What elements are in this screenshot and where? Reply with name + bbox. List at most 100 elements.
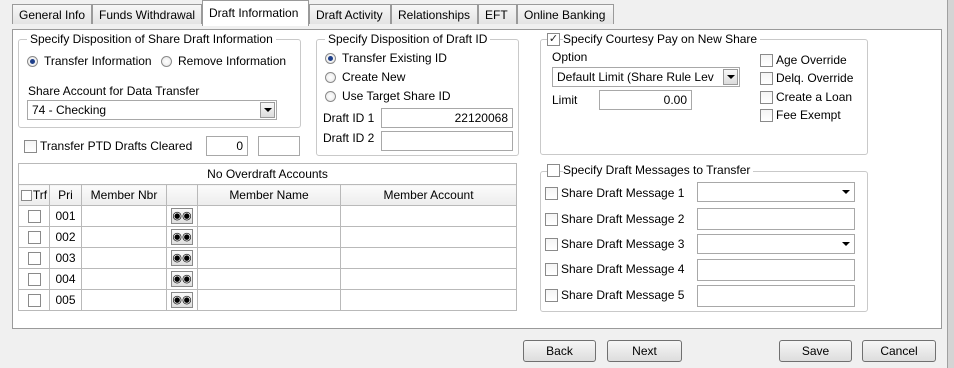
draft-message-5-checkbox[interactable] xyxy=(545,289,558,302)
create-new-radio[interactable] xyxy=(325,72,336,83)
ptd-drafts-extra-field[interactable] xyxy=(258,136,300,156)
draft-id-legend: Specify Disposition of Draft ID xyxy=(325,32,491,46)
table-row[interactable]: 002 ◉◉ xyxy=(18,226,518,248)
member-name-cell xyxy=(197,226,341,248)
chevron-down-icon[interactable] xyxy=(842,190,850,194)
fee-exempt-checkbox[interactable] xyxy=(760,109,773,122)
courtesy-option-value: Default Limit (Share Rule Lev xyxy=(557,70,714,84)
table-row[interactable]: 005 ◉◉ xyxy=(18,289,518,311)
binoculars-icon[interactable]: ◉◉ xyxy=(171,292,193,308)
chevron-down-icon[interactable] xyxy=(842,242,850,246)
trf-cell[interactable] xyxy=(18,226,50,248)
share-account-select[interactable]: 74 - Checking xyxy=(27,100,277,120)
delq-override-checkbox[interactable] xyxy=(760,72,773,85)
draft-message-2-checkbox[interactable] xyxy=(545,213,558,226)
courtesy-pay-checkbox[interactable]: ✓ xyxy=(547,33,560,46)
tab-online-banking[interactable]: Online Banking xyxy=(517,4,614,24)
member-account-cell[interactable] xyxy=(339,268,518,290)
trf-cell[interactable] xyxy=(18,247,50,269)
pri-cell: 005 xyxy=(49,289,82,311)
header-member-account[interactable]: Member Account xyxy=(339,184,518,206)
age-override-checkbox[interactable] xyxy=(760,54,773,67)
member-nbr-cell[interactable] xyxy=(81,289,167,311)
header-pri[interactable]: Pri xyxy=(49,184,82,206)
chevron-down-icon[interactable] xyxy=(260,102,275,118)
draft-id-1-field[interactable]: 22120068 xyxy=(381,108,513,128)
trf-cell[interactable] xyxy=(18,268,50,290)
member-nbr-cell[interactable] xyxy=(81,268,167,290)
member-account-cell[interactable] xyxy=(339,289,518,311)
member-name-cell xyxy=(197,247,341,269)
header-member-name[interactable]: Member Name xyxy=(197,184,341,206)
create-new-label: Create New xyxy=(342,70,406,84)
create-loan-checkbox[interactable] xyxy=(760,91,773,104)
member-nbr-cell[interactable] xyxy=(81,226,167,248)
transfer-ptd-label: Transfer PTD Drafts Cleared xyxy=(40,139,193,153)
binoculars-icon[interactable]: ◉◉ xyxy=(171,229,193,245)
overdraft-accounts-table: No Overdraft Accounts Trf Pri Member Nbr… xyxy=(17,163,518,311)
limit-field[interactable]: 0.00 xyxy=(599,90,692,110)
cancel-button[interactable]: Cancel xyxy=(862,340,936,362)
overdraft-caption: No Overdraft Accounts xyxy=(17,163,518,185)
member-account-cell[interactable] xyxy=(339,226,518,248)
draft-id-2-field[interactable] xyxy=(381,131,513,151)
trf-cell[interactable] xyxy=(18,289,50,311)
courtesy-pay-legend: Specify Courtesy Pay on New Share xyxy=(563,32,761,46)
transfer-existing-id-radio[interactable] xyxy=(325,53,336,64)
option-label: Option xyxy=(552,50,588,64)
remove-information-radio[interactable] xyxy=(161,56,172,67)
member-account-cell[interactable] xyxy=(339,205,518,227)
header-member-nbr[interactable]: Member Nbr xyxy=(81,184,167,206)
row-transfer-checkbox[interactable] xyxy=(27,294,41,308)
binoculars-icon[interactable]: ◉◉ xyxy=(171,271,193,287)
next-button[interactable]: Next xyxy=(607,340,682,362)
transfer-information-label: Transfer Information xyxy=(44,54,152,68)
member-account-cell[interactable] xyxy=(339,247,518,269)
header-lookup xyxy=(166,184,198,206)
table-row[interactable]: 004 ◉◉ xyxy=(18,268,518,290)
row-transfer-checkbox[interactable] xyxy=(27,273,41,287)
create-loan-label: Create a Loan xyxy=(776,90,853,104)
member-name-cell xyxy=(197,268,341,290)
tab-draft-activity[interactable]: Draft Activity xyxy=(309,4,391,24)
trf-cell[interactable] xyxy=(18,205,50,227)
tab-funds-withdrawal[interactable]: Funds Withdrawal xyxy=(92,4,202,24)
courtesy-option-select[interactable]: Default Limit (Share Rule Lev xyxy=(552,67,740,87)
select-all-checkbox[interactable] xyxy=(20,190,32,202)
transfer-information-radio[interactable] xyxy=(27,56,38,67)
draft-message-3-checkbox[interactable] xyxy=(545,238,558,251)
draft-message-3-select[interactable] xyxy=(697,234,855,254)
tab-label: Draft Activity xyxy=(316,8,383,22)
tab-relationships[interactable]: Relationships xyxy=(391,4,478,24)
draft-messages-checkbox[interactable] xyxy=(547,164,560,177)
draft-message-2-field[interactable] xyxy=(697,208,855,230)
header-trf[interactable]: Trf xyxy=(18,184,50,206)
row-transfer-checkbox[interactable] xyxy=(27,210,41,224)
tab-label: EFT xyxy=(485,8,508,22)
draft-message-4-field[interactable] xyxy=(697,259,855,281)
tab-label: Online Banking xyxy=(524,8,606,22)
use-target-share-id-radio[interactable] xyxy=(325,91,336,102)
back-button[interactable]: Back xyxy=(523,340,596,362)
chevron-down-icon[interactable] xyxy=(723,69,738,85)
row-transfer-checkbox[interactable] xyxy=(27,231,41,245)
member-nbr-cell[interactable] xyxy=(81,247,167,269)
save-button[interactable]: Save xyxy=(779,340,852,362)
draft-message-5-field[interactable] xyxy=(697,285,855,307)
tab-general-info[interactable]: General Info xyxy=(12,4,92,24)
tab-eft[interactable]: EFT xyxy=(478,4,517,24)
table-row[interactable]: 003 ◉◉ xyxy=(18,247,518,269)
transfer-ptd-checkbox[interactable] xyxy=(24,140,37,153)
binoculars-icon[interactable]: ◉◉ xyxy=(171,208,193,224)
tab-draft-information[interactable]: Draft Information xyxy=(202,0,309,26)
draft-message-1-select[interactable] xyxy=(697,182,855,202)
row-transfer-checkbox[interactable] xyxy=(27,252,41,266)
limit-label: Limit xyxy=(552,93,578,107)
draft-message-1-checkbox[interactable] xyxy=(545,187,558,200)
member-nbr-cell[interactable] xyxy=(81,205,167,227)
binoculars-icon[interactable]: ◉◉ xyxy=(171,250,193,266)
draft-message-4-checkbox[interactable] xyxy=(545,263,558,276)
table-row[interactable]: 001 ◉◉ xyxy=(18,205,518,227)
transfer-existing-id-label: Transfer Existing ID xyxy=(342,51,447,65)
ptd-drafts-count-field[interactable]: 0 xyxy=(206,136,248,156)
